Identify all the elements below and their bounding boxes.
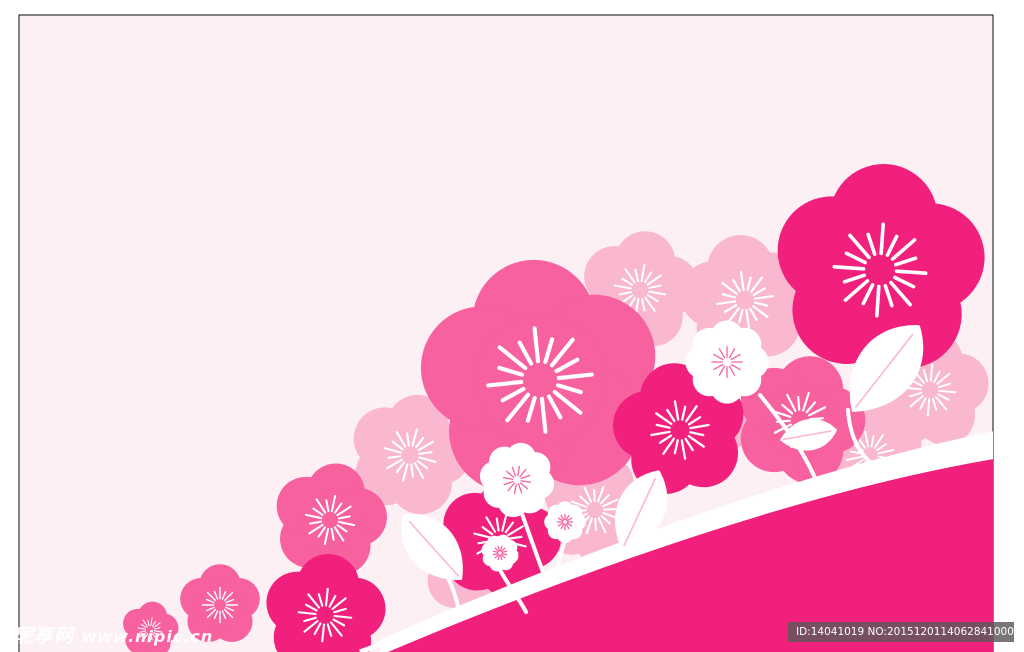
watermark-site: www.nipic.cn [81, 627, 214, 646]
watermark-brand: 昵享网 www.nipic.cn [14, 621, 213, 648]
flower-icon [544, 501, 586, 543]
watermark-id-bar: ID:14041019 NO:20151201140628410000 [788, 622, 1014, 642]
floral-artwork [18, 14, 994, 652]
flower-icon [685, 320, 769, 404]
watermark-brand-name: 昵享网 [14, 625, 75, 647]
